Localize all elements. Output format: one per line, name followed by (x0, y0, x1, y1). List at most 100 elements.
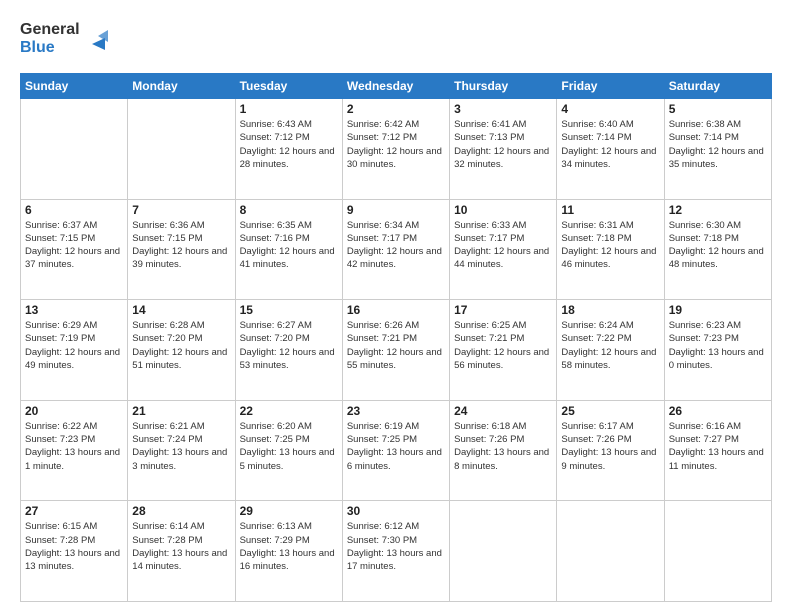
day-number: 9 (347, 203, 445, 217)
day-number: 18 (561, 303, 659, 317)
day-number: 22 (240, 404, 338, 418)
day-info: Sunrise: 6:34 AM Sunset: 7:17 PM Dayligh… (347, 219, 445, 272)
day-of-week-header: Monday (128, 74, 235, 99)
day-info: Sunrise: 6:25 AM Sunset: 7:21 PM Dayligh… (454, 319, 552, 372)
day-info: Sunrise: 6:36 AM Sunset: 7:15 PM Dayligh… (132, 219, 230, 272)
day-of-week-header: Wednesday (342, 74, 449, 99)
header: General Blue (20, 16, 772, 63)
logo: General Blue (20, 16, 110, 63)
day-number: 27 (25, 504, 123, 518)
calendar-day-cell (450, 501, 557, 602)
day-number: 7 (132, 203, 230, 217)
calendar-week-row: 1Sunrise: 6:43 AM Sunset: 7:12 PM Daylig… (21, 99, 772, 200)
day-info: Sunrise: 6:29 AM Sunset: 7:19 PM Dayligh… (25, 319, 123, 372)
day-info: Sunrise: 6:22 AM Sunset: 7:23 PM Dayligh… (25, 420, 123, 473)
calendar-day-cell: 2Sunrise: 6:42 AM Sunset: 7:12 PM Daylig… (342, 99, 449, 200)
svg-text:Blue: Blue (20, 39, 55, 56)
day-info: Sunrise: 6:18 AM Sunset: 7:26 PM Dayligh… (454, 420, 552, 473)
calendar-day-cell: 17 Sunrise: 6:25 AM Sunset: 7:21 PM Dayli… (450, 300, 557, 401)
day-number: 23 (347, 404, 445, 418)
day-number: 5 (669, 102, 767, 116)
calendar-day-cell: 10Sunrise: 6:33 AM Sunset: 7:17 PM Dayli… (450, 199, 557, 300)
calendar-day-cell (21, 99, 128, 200)
day-info: Sunrise: 6:30 AM Sunset: 7:18 PM Dayligh… (669, 219, 767, 272)
calendar-day-cell: 7 Sunrise: 6:36 AM Sunset: 7:15 PM Daylig… (128, 199, 235, 300)
day-info: Sunrise: 6:42 AM Sunset: 7:12 PM Dayligh… (347, 118, 445, 171)
day-info: Sunrise: 6:40 AM Sunset: 7:14 PM Dayligh… (561, 118, 659, 171)
calendar-day-cell (128, 99, 235, 200)
day-of-week-header: Sunday (21, 74, 128, 99)
calendar-day-cell: 24 Sunrise: 6:18 AM Sunset: 7:26 PM Dayli… (450, 400, 557, 501)
day-info: Sunrise: 6:20 AM Sunset: 7:25 PM Dayligh… (240, 420, 338, 473)
day-info: Sunrise: 6:26 AM Sunset: 7:21 PM Dayligh… (347, 319, 445, 372)
calendar-week-row: 20 Sunrise: 6:22 AM Sunset: 7:23 PM Dayli… (21, 400, 772, 501)
svg-text:General: General (20, 21, 80, 38)
calendar-day-cell: 26 Sunrise: 6:16 AM Sunset: 7:27 PM Dayli… (664, 400, 771, 501)
calendar-day-cell: 13 Sunrise: 6:29 AM Sunset: 7:19 PM Dayli… (21, 300, 128, 401)
day-info: Sunrise: 6:14 AM Sunset: 7:28 PM Dayligh… (132, 520, 230, 573)
calendar-day-cell: 3Sunrise: 6:41 AM Sunset: 7:13 PM Daylig… (450, 99, 557, 200)
day-info: Sunrise: 6:24 AM Sunset: 7:22 PM Dayligh… (561, 319, 659, 372)
calendar-day-cell (557, 501, 664, 602)
day-number: 24 (454, 404, 552, 418)
day-number: 6 (25, 203, 123, 217)
day-number: 13 (25, 303, 123, 317)
calendar-day-cell: 25 Sunrise: 6:17 AM Sunset: 7:26 PM Dayli… (557, 400, 664, 501)
day-number: 20 (25, 404, 123, 418)
page: General Blue SundayMondayTuesdayWednesda… (0, 0, 792, 612)
calendar-day-cell: 12 Sunrise: 6:30 AM Sunset: 7:18 PM Dayli… (664, 199, 771, 300)
day-info: Sunrise: 6:35 AM Sunset: 7:16 PM Dayligh… (240, 219, 338, 272)
calendar-day-cell: 18 Sunrise: 6:24 AM Sunset: 7:22 PM Dayli… (557, 300, 664, 401)
day-info: Sunrise: 6:31 AM Sunset: 7:18 PM Dayligh… (561, 219, 659, 272)
calendar-header-row: SundayMondayTuesdayWednesdayThursdayFrid… (21, 74, 772, 99)
calendar-day-cell: 23 Sunrise: 6:19 AM Sunset: 7:25 PM Dayli… (342, 400, 449, 501)
calendar-day-cell: 21Sunrise: 6:21 AM Sunset: 7:24 PM Dayli… (128, 400, 235, 501)
calendar-table: SundayMondayTuesdayWednesdayThursdayFrid… (20, 73, 772, 602)
day-info: Sunrise: 6:12 AM Sunset: 7:30 PM Dayligh… (347, 520, 445, 573)
day-number: 14 (132, 303, 230, 317)
calendar-day-cell (664, 501, 771, 602)
calendar-week-row: 27Sunrise: 6:15 AM Sunset: 7:28 PM Dayli… (21, 501, 772, 602)
day-number: 28 (132, 504, 230, 518)
day-info: Sunrise: 6:38 AM Sunset: 7:14 PM Dayligh… (669, 118, 767, 171)
calendar-week-row: 6 Sunrise: 6:37 AM Sunset: 7:15 PM Daylig… (21, 199, 772, 300)
calendar-day-cell: 6 Sunrise: 6:37 AM Sunset: 7:15 PM Daylig… (21, 199, 128, 300)
calendar-day-cell: 19 Sunrise: 6:23 AM Sunset: 7:23 PM Dayli… (664, 300, 771, 401)
day-of-week-header: Saturday (664, 74, 771, 99)
day-number: 8 (240, 203, 338, 217)
calendar-day-cell: 27Sunrise: 6:15 AM Sunset: 7:28 PM Dayli… (21, 501, 128, 602)
day-number: 12 (669, 203, 767, 217)
logo-text: General Blue (20, 16, 110, 63)
day-number: 17 (454, 303, 552, 317)
calendar-day-cell: 28 Sunrise: 6:14 AM Sunset: 7:28 PM Dayli… (128, 501, 235, 602)
calendar-day-cell: 8 Sunrise: 6:35 AM Sunset: 7:16 PM Daylig… (235, 199, 342, 300)
day-number: 30 (347, 504, 445, 518)
day-number: 11 (561, 203, 659, 217)
day-info: Sunrise: 6:23 AM Sunset: 7:23 PM Dayligh… (669, 319, 767, 372)
day-of-week-header: Thursday (450, 74, 557, 99)
day-info: Sunrise: 6:33 AM Sunset: 7:17 PM Dayligh… (454, 219, 552, 272)
calendar-day-cell: 11 Sunrise: 6:31 AM Sunset: 7:18 PM Dayli… (557, 199, 664, 300)
day-number: 19 (669, 303, 767, 317)
day-info: Sunrise: 6:21 AM Sunset: 7:24 PM Dayligh… (132, 420, 230, 473)
day-of-week-header: Friday (557, 74, 664, 99)
calendar-day-cell: 14Sunrise: 6:28 AM Sunset: 7:20 PM Dayli… (128, 300, 235, 401)
day-info: Sunrise: 6:16 AM Sunset: 7:27 PM Dayligh… (669, 420, 767, 473)
calendar-day-cell: 15 Sunrise: 6:27 AM Sunset: 7:20 PM Dayli… (235, 300, 342, 401)
day-number: 26 (669, 404, 767, 418)
calendar-day-cell: 9 Sunrise: 6:34 AM Sunset: 7:17 PM Daylig… (342, 199, 449, 300)
calendar-day-cell: 22 Sunrise: 6:20 AM Sunset: 7:25 PM Dayli… (235, 400, 342, 501)
calendar-day-cell: 1Sunrise: 6:43 AM Sunset: 7:12 PM Daylig… (235, 99, 342, 200)
day-info: Sunrise: 6:17 AM Sunset: 7:26 PM Dayligh… (561, 420, 659, 473)
day-number: 15 (240, 303, 338, 317)
day-number: 25 (561, 404, 659, 418)
calendar-day-cell: 4Sunrise: 6:40 AM Sunset: 7:14 PM Daylig… (557, 99, 664, 200)
calendar-day-cell: 5 Sunrise: 6:38 AM Sunset: 7:14 PM Daylig… (664, 99, 771, 200)
calendar-day-cell: 30 Sunrise: 6:12 AM Sunset: 7:30 PM Dayli… (342, 501, 449, 602)
day-info: Sunrise: 6:27 AM Sunset: 7:20 PM Dayligh… (240, 319, 338, 372)
day-info: Sunrise: 6:19 AM Sunset: 7:25 PM Dayligh… (347, 420, 445, 473)
calendar-day-cell: 29Sunrise: 6:13 AM Sunset: 7:29 PM Dayli… (235, 501, 342, 602)
day-of-week-header: Tuesday (235, 74, 342, 99)
day-info: Sunrise: 6:37 AM Sunset: 7:15 PM Dayligh… (25, 219, 123, 272)
calendar-day-cell: 20 Sunrise: 6:22 AM Sunset: 7:23 PM Dayli… (21, 400, 128, 501)
